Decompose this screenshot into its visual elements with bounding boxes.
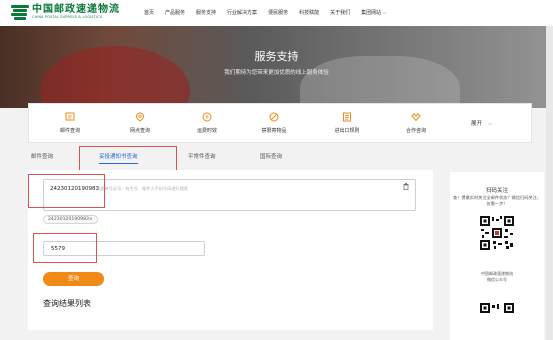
nav-item-about[interactable]: 关于我们 [330, 9, 350, 16]
query-button[interactable]: 查询 [43, 272, 104, 286]
nav-item-technology[interactable]: 科技赋能 [299, 9, 319, 16]
follow-title: 扫码关注 [485, 188, 508, 194]
service-label: 禁限寄物品 [261, 128, 287, 134]
service-label: 网点查询 [129, 128, 150, 134]
hero-title: 服务支持 [254, 50, 299, 63]
hero-subtitle: 我们期待为您带来更加优质的线上服务体验 [224, 70, 329, 76]
location-icon [135, 112, 145, 122]
tracking-placeholder: 根据单号证号、有生号、邮件人手机号码进行搜索 [96, 186, 189, 191]
mail-search-icon [65, 112, 75, 121]
tracking-number-chip[interactable]: 24230120190983× [43, 215, 98, 224]
hero-banner: 服务支持 我们期待为您带来更加优质的线上服务体验 [0, 26, 553, 108]
service-mail-search[interactable]: 邮件查询 [40, 112, 100, 134]
trash-icon[interactable] [403, 183, 409, 190]
expand-services-button[interactable]: 展开 ⌵ [471, 119, 492, 128]
nav-item-solutions[interactable]: 行业解决方案 [227, 9, 257, 16]
tab-international[interactable]: 国际查询 [260, 152, 282, 160]
service-price-time[interactable]: ¥ 运费时效 [177, 112, 237, 134]
page: 中国邮政速递物流 CHINA POSTAL EXPRESS & LOGISTIC… [0, 0, 553, 340]
logo[interactable]: 中国邮政速递物流 CHINA POSTAL EXPRESS & LOGISTIC… [11, 4, 120, 20]
highlight-box-tab [79, 146, 177, 173]
expand-label: 展开 [471, 121, 483, 127]
service-label: 进出口规则 [334, 128, 360, 134]
chevron-down-icon: ⌵ [488, 121, 493, 127]
page-scrollbar[interactable] [546, 26, 553, 340]
customs-icon [343, 112, 351, 122]
service-prohibited-items[interactable]: 禁限寄物品 [244, 112, 304, 134]
logo-english-text: CHINA POSTAL EXPRESS & LOGISTICS [32, 15, 103, 19]
service-label: 邮件查询 [59, 128, 80, 134]
tab-mail-query[interactable]: 邮件查询 [31, 152, 53, 160]
nav-item-convenience[interactable]: 便民服务 [268, 9, 288, 16]
tab-regular-mail[interactable]: 平常件查询 [188, 152, 216, 160]
nav-item-products[interactable]: 产品服务 [165, 9, 185, 16]
follow-panel: 扫码关注 查！惯最实时关注全邮件状态？微信扫码关注，仅需一步！ 中国邮政速递物流… [450, 172, 544, 340]
service-cooperation[interactable]: 合作咨询 [386, 112, 446, 134]
main-nav: 首页 产品服务 服务支持 行业解决方案 便民服务 科技赋能 关于我们 集团网站 ⌵ [144, 9, 398, 16]
nav-item-group-site[interactable]: 集团网站 ⌵ [361, 9, 387, 16]
nav-item-group-site-label: 集团网站 [361, 10, 382, 16]
service-customs-rules[interactable]: 进出口规则 [317, 112, 377, 134]
nav-item-home[interactable]: 首页 [144, 9, 154, 16]
nav-item-support[interactable]: 服务支持 [196, 9, 216, 16]
qr-caption-line-1: 中国邮政速递物流 [481, 271, 513, 276]
qr-caption: 中国邮政速递物流 微信公众号 [450, 271, 544, 282]
service-outlet-search[interactable]: 网点查询 [110, 112, 170, 134]
highlight-box-tracking [28, 174, 105, 208]
highlight-box-code [33, 233, 97, 263]
chevron-down-icon: ⌵ [383, 10, 387, 16]
prohibited-icon [269, 112, 279, 122]
logo-mark-icon [11, 4, 29, 20]
qr-code-image-2 [479, 302, 515, 338]
qr-caption-line-2: 微信公众号 [487, 276, 507, 282]
handshake-icon [411, 113, 421, 122]
service-bar: 邮件查询 网点查询 ¥ 运费时效 禁限寄物品 进出口规则 合作咨询 展开 ⌵ [28, 103, 532, 143]
top-header: 中国邮政速递物流 CHINA POSTAL EXPRESS & LOGISTIC… [0, 0, 553, 26]
follow-text: 查！惯最实时关注全邮件状态？微信扫码关注，仅需一步！ [453, 195, 541, 206]
price-time-icon: ¥ [202, 112, 212, 122]
logo-chinese-text: 中国邮政速递物流 [32, 4, 120, 15]
service-label: 合作咨询 [405, 128, 426, 134]
service-label: 运费时效 [196, 128, 217, 134]
result-list-title: 查询结果列表 [43, 299, 91, 308]
qr-code-image [479, 215, 515, 251]
svg-text:¥: ¥ [205, 115, 208, 121]
